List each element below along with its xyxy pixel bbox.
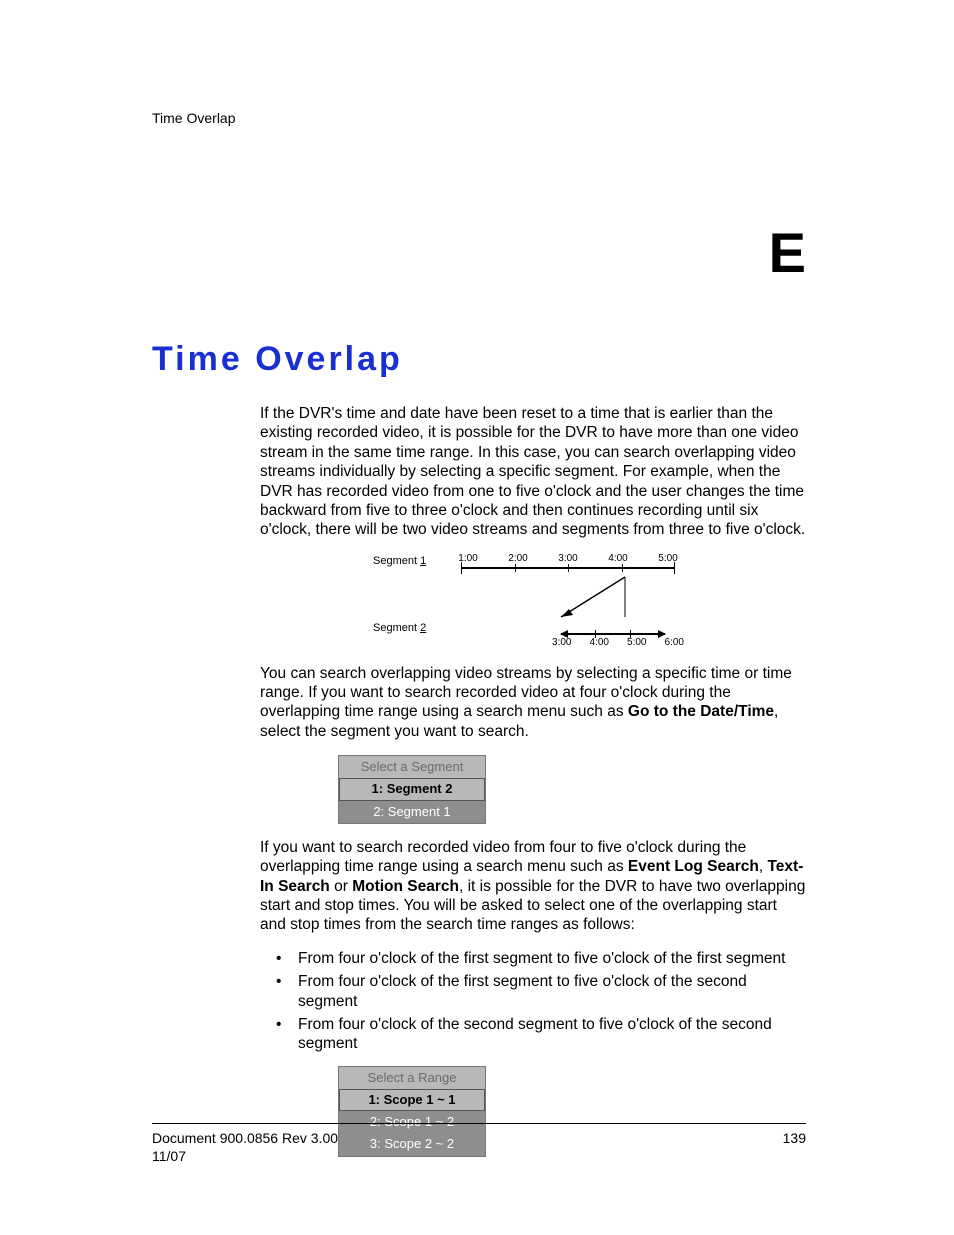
footer-date: 11/07 [152,1148,806,1166]
intro-paragraph: If the DVR's time and date have been res… [260,404,806,540]
footer-page: 139 [783,1130,806,1148]
menu-header: Select a Segment [339,756,485,778]
seg1-tick: 2:00 [493,554,543,564]
seg1-tick: 4:00 [593,554,643,564]
seg2-tick: 4:00 [581,638,619,648]
running-head: Time Overlap [152,110,806,128]
seg2-tick: 3:00 [543,638,581,648]
list-item: From four o'clock of the first segment t… [260,972,806,1011]
menu-header: Select a Range [339,1067,485,1089]
page-footer: Document 900.0856 Rev 3.00 139 11/07 [152,1123,806,1165]
seg2-tick: 6:00 [656,638,694,648]
paragraph-2: You can search overlapping video streams… [260,664,806,742]
segment2-label: Segment 2 [373,621,443,636]
menu-item-segment1[interactable]: 2: Segment 1 [339,801,485,823]
list-item: From four o'clock of the second segment … [260,1015,806,1054]
menu-item-segment2[interactable]: 1: Segment 2 [339,778,485,800]
menu-item-scope-1-1[interactable]: 1: Scope 1 ~ 1 [339,1089,485,1111]
list-item: From four o'clock of the first segment t… [260,949,806,968]
range-bullet-list: From four o'clock of the first segment t… [260,949,806,1054]
seg2-tick: 5:00 [618,638,656,648]
segment1-label: Segment 1 [373,554,443,569]
seg1-tick: 1:00 [443,554,493,564]
seg1-tick: 5:00 [643,554,693,564]
timeline-diagram: Segment 1 1:00 2:00 3:00 4:00 5:00 [373,554,693,648]
paragraph-3: If you want to search recorded video fro… [260,838,806,935]
select-segment-menu: Select a Segment 1: Segment 2 2: Segment… [338,755,486,824]
page-title: Time Overlap [152,338,806,381]
footer-doc: Document 900.0856 Rev 3.00 [152,1130,338,1148]
seg1-tick: 3:00 [543,554,593,564]
section-letter: E [152,218,808,288]
